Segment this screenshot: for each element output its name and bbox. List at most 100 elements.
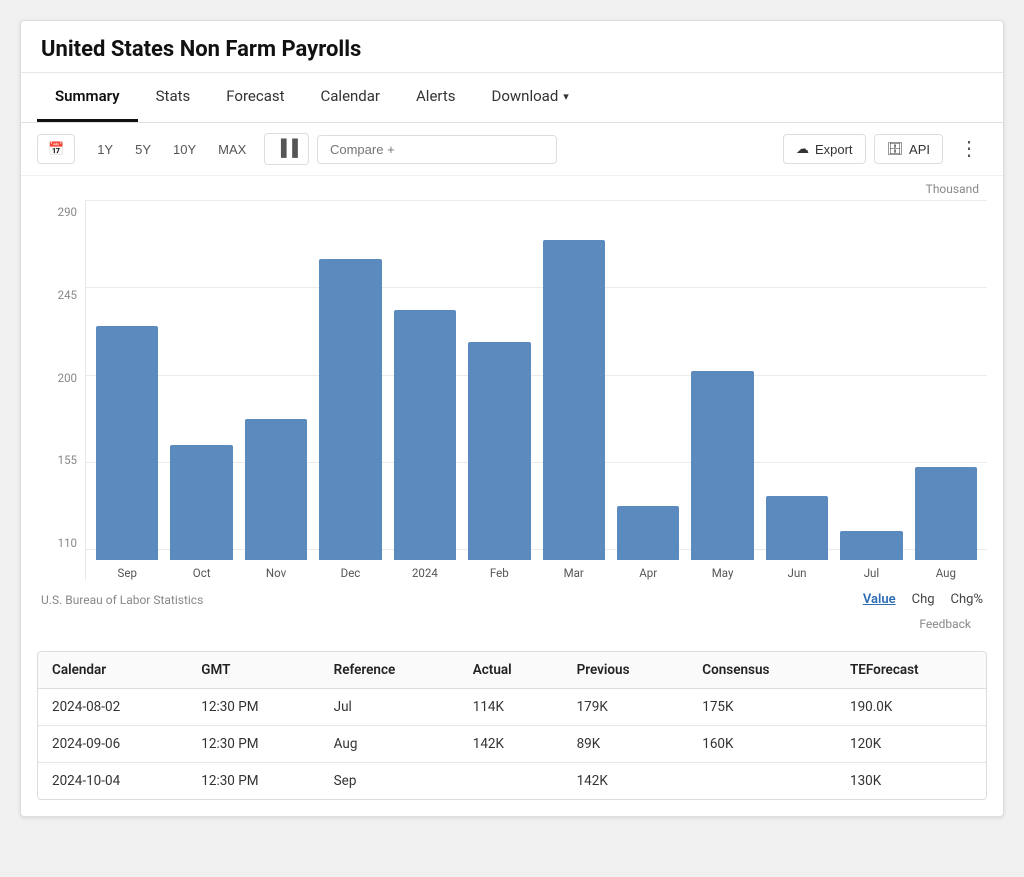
bar-group-jul: Jul xyxy=(840,210,902,580)
tab-bar: Summary Stats Forecast Calendar Alerts D… xyxy=(21,73,1003,123)
bar-group-apr: Apr xyxy=(617,210,679,580)
cell-calendar-0: 2024-08-02 xyxy=(38,689,187,726)
bar-label-nov: Nov xyxy=(266,566,286,580)
table-row: 2024-09-0612:30 PMAug142K89K160K120K xyxy=(38,726,986,763)
bar-group-jun: Jun xyxy=(766,210,828,580)
cell-actual-0: 114K xyxy=(459,689,563,726)
compare-input[interactable] xyxy=(317,135,557,164)
y-label-245: 245 xyxy=(37,288,85,302)
table-header-row: Calendar GMT Reference Actual Previous C… xyxy=(38,652,986,689)
toggle-value-button[interactable]: Value xyxy=(863,592,896,607)
col-header-reference: Reference xyxy=(320,652,459,689)
bar-mar[interactable] xyxy=(543,240,605,560)
toolbar: 📅 1Y 5Y 10Y MAX ▐▐ ☁ Export 🗄 API ⋮ xyxy=(21,123,1003,176)
toggle-chg-button[interactable]: Chg xyxy=(912,592,935,607)
chart-type-button[interactable]: ▐▐ xyxy=(264,133,309,165)
cell-actual-1: 142K xyxy=(459,726,563,763)
bar-group-may: May xyxy=(691,210,753,580)
time-max-button[interactable]: MAX xyxy=(208,137,256,162)
export-button[interactable]: ☁ Export xyxy=(783,134,866,164)
cell-gmt-2: 12:30 PM xyxy=(187,763,319,800)
bar-label-mar: Mar xyxy=(564,566,584,580)
bar-label-dec: Dec xyxy=(341,566,361,580)
bar-label-jun: Jun xyxy=(787,566,806,580)
cell-consensus-2 xyxy=(688,763,836,800)
bar-group-2024: 2024 xyxy=(394,210,456,580)
bar-2024[interactable] xyxy=(394,310,456,560)
tab-download[interactable]: Download ▾ xyxy=(474,73,587,122)
database-icon: 🗄 xyxy=(887,141,904,157)
time-range-group: 1Y 5Y 10Y MAX xyxy=(87,137,256,162)
tab-stats[interactable]: Stats xyxy=(138,73,209,122)
bar-nov[interactable] xyxy=(245,419,307,560)
table-section: Calendar GMT Reference Actual Previous C… xyxy=(37,651,987,800)
y-label-290: 290 xyxy=(37,205,85,219)
col-header-previous: Previous xyxy=(563,652,689,689)
bar-jun[interactable] xyxy=(766,496,828,560)
cell-teforecast-2: 130K xyxy=(836,763,986,800)
cell-reference-0: Jul xyxy=(320,689,459,726)
tab-summary[interactable]: Summary xyxy=(37,73,138,122)
cell-actual-2 xyxy=(459,763,563,800)
chart-unit-label: Thousand xyxy=(37,176,987,200)
more-options-button[interactable]: ⋮ xyxy=(951,135,987,163)
bar-label-feb: Feb xyxy=(490,566,509,580)
y-axis: 290 245 200 155 110 xyxy=(37,200,85,580)
tab-alerts[interactable]: Alerts xyxy=(398,73,474,122)
col-header-actual: Actual xyxy=(459,652,563,689)
bar-may[interactable] xyxy=(691,371,753,560)
chart-area: Thousand 290 245 200 155 110 Sep Oct Nov De… xyxy=(21,176,1003,639)
bar-jul[interactable] xyxy=(840,531,902,560)
cell-gmt-0: 12:30 PM xyxy=(187,689,319,726)
calendar-button[interactable]: 📅 xyxy=(37,134,75,164)
cell-consensus-0: 175K xyxy=(688,689,836,726)
cell-previous-0: 179K xyxy=(563,689,689,726)
grid-line-1 xyxy=(86,200,987,201)
cell-consensus-1: 160K xyxy=(688,726,836,763)
table-row: 2024-08-0212:30 PMJul114K179K175K190.0K xyxy=(38,689,986,726)
bar-feb[interactable] xyxy=(468,342,530,560)
cell-calendar-2: 2024-10-04 xyxy=(38,763,187,800)
cell-teforecast-1: 120K xyxy=(836,726,986,763)
y-label-200: 200 xyxy=(37,371,85,385)
bar-dec[interactable] xyxy=(319,259,381,560)
y-label-110: 110 xyxy=(37,536,85,550)
chevron-down-icon: ▾ xyxy=(563,90,569,103)
bar-apr[interactable] xyxy=(617,506,679,560)
cell-reference-1: Aug xyxy=(320,726,459,763)
bar-group-sep: Sep xyxy=(96,210,158,580)
bar-group-dec: Dec xyxy=(319,210,381,580)
bar-label-apr: Apr xyxy=(639,566,657,580)
data-table: Calendar GMT Reference Actual Previous C… xyxy=(38,652,986,799)
cell-gmt-1: 12:30 PM xyxy=(187,726,319,763)
bar-label-aug: Aug xyxy=(936,566,956,580)
bar-group-feb: Feb xyxy=(468,210,530,580)
bars-container: Sep Oct Nov Dec 2024 Feb Mar Apr May Jun Jul Aug xyxy=(85,200,987,580)
time-1y-button[interactable]: 1Y xyxy=(87,137,123,162)
time-10y-button[interactable]: 10Y xyxy=(163,137,206,162)
bar-aug[interactable] xyxy=(915,467,977,560)
feedback-row: Feedback xyxy=(37,615,987,639)
col-header-calendar: Calendar xyxy=(38,652,187,689)
bar-group-mar: Mar xyxy=(543,210,605,580)
bar-sep[interactable] xyxy=(96,326,158,560)
data-source-label: U.S. Bureau of Labor Statistics xyxy=(41,593,203,607)
bar-group-oct: Oct xyxy=(170,210,232,580)
api-button[interactable]: 🗄 API xyxy=(874,134,943,164)
time-5y-button[interactable]: 5Y xyxy=(125,137,161,162)
toggle-chgpct-button[interactable]: Chg% xyxy=(951,592,983,607)
table-row: 2024-10-0412:30 PMSep 142K 130K xyxy=(38,763,986,800)
feedback-label[interactable]: Feedback xyxy=(919,617,971,631)
col-header-gmt: GMT xyxy=(187,652,319,689)
cell-teforecast-0: 190.0K xyxy=(836,689,986,726)
bar-label-oct: Oct xyxy=(193,566,211,580)
cell-reference-2: Sep xyxy=(320,763,459,800)
cell-previous-1: 89K xyxy=(563,726,689,763)
cell-previous-2: 142K xyxy=(563,763,689,800)
tab-calendar[interactable]: Calendar xyxy=(303,73,399,122)
bar-oct[interactable] xyxy=(170,445,232,560)
tab-forecast[interactable]: Forecast xyxy=(208,73,302,122)
calendar-icon: 📅 xyxy=(48,141,64,157)
bar-label-sep: Sep xyxy=(118,566,137,580)
y-label-155: 155 xyxy=(37,453,85,467)
